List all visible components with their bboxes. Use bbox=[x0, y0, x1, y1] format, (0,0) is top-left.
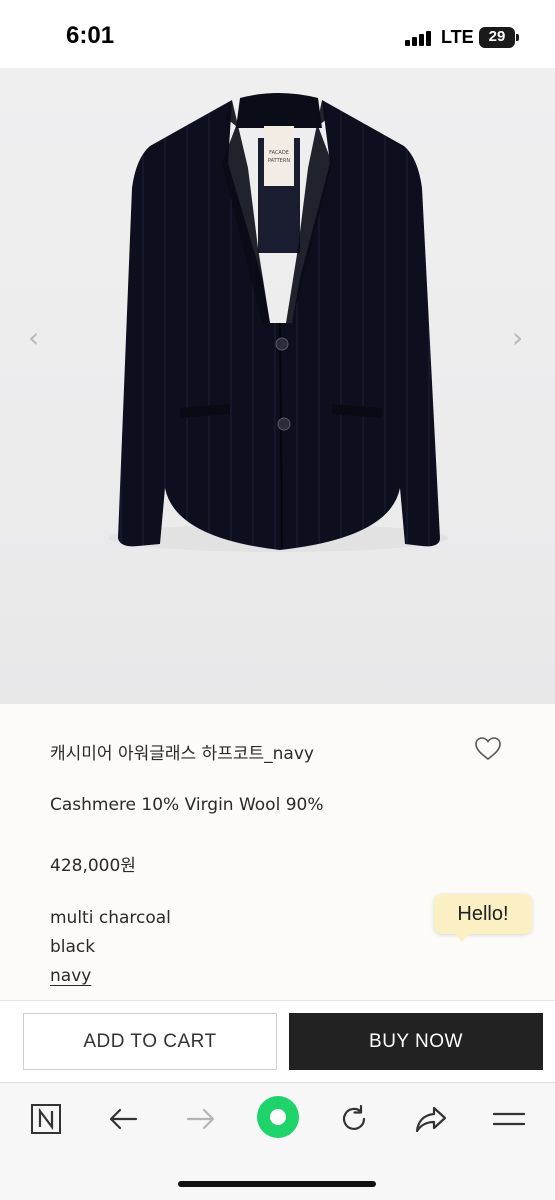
home-indicator[interactable] bbox=[178, 1181, 376, 1187]
product-material: Cashmere 10% Virgin Wool 90% bbox=[50, 795, 324, 815]
naver-home-icon[interactable] bbox=[26, 1099, 66, 1139]
color-option-multi-charcoal[interactable]: multi charcoal bbox=[50, 908, 171, 928]
browser-toolbar bbox=[0, 1082, 555, 1200]
chat-bubble[interactable]: Hello! bbox=[434, 894, 532, 934]
svg-text:PATTERN: PATTERN bbox=[268, 158, 290, 164]
signal-icon bbox=[405, 30, 433, 46]
battery-icon: 29 bbox=[479, 27, 515, 48]
share-icon[interactable] bbox=[411, 1099, 451, 1139]
chat-bubble-tail bbox=[454, 933, 470, 942]
product-image[interactable]: FACADE PATTERN ‹ › bbox=[0, 68, 555, 704]
battery-cap bbox=[516, 34, 519, 41]
status-time: 6:01 bbox=[66, 22, 115, 49]
battery-level: 29 bbox=[488, 28, 506, 45]
forward-icon[interactable] bbox=[181, 1099, 221, 1139]
purchase-bar: ADD TO CART BUY NOW bbox=[0, 1000, 555, 1082]
jacket-photo: FACADE PATTERN bbox=[108, 93, 448, 552]
previous-image-button[interactable]: ‹ bbox=[28, 323, 48, 353]
color-option-navy[interactable]: navy bbox=[50, 966, 91, 986]
color-option-black[interactable]: black bbox=[50, 937, 95, 957]
heart-icon[interactable] bbox=[474, 736, 502, 762]
status-bar: 6:01 LTE 29 bbox=[0, 0, 555, 68]
menu-icon[interactable] bbox=[489, 1099, 529, 1139]
next-image-button[interactable]: › bbox=[512, 323, 532, 353]
brand-label: FACADE bbox=[269, 150, 289, 156]
buy-now-button[interactable]: BUY NOW bbox=[289, 1013, 543, 1070]
product-title: 캐시미어 아워글래스 하프코트_navy bbox=[50, 744, 314, 764]
green-dot-icon[interactable] bbox=[256, 1095, 300, 1139]
network-label: LTE bbox=[441, 27, 474, 47]
product-info: 캐시미어 아워글래스 하프코트_navy Cashmere 10% Virgin… bbox=[0, 704, 555, 1001]
product-price: 428,000원 bbox=[50, 856, 136, 876]
add-to-cart-button[interactable]: ADD TO CART bbox=[23, 1013, 277, 1070]
reload-icon[interactable] bbox=[334, 1099, 374, 1139]
back-icon[interactable] bbox=[103, 1099, 143, 1139]
